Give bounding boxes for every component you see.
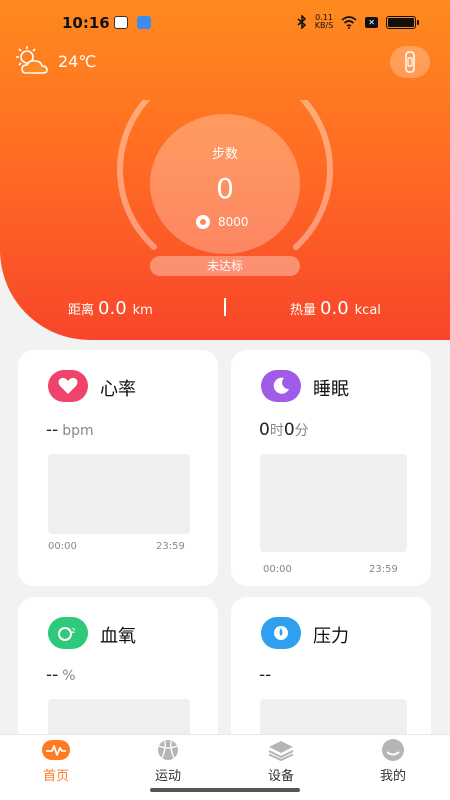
status-bar: 10:16 0.11 KB/S ✕ [0,0,450,44]
svg-text:z: z [282,380,285,387]
distance-value: 0.0 [98,298,127,319]
heart-rate-title: 心率 [100,379,136,400]
status-icons: 0.11 KB/S ✕ [297,13,419,30]
blood-oxygen-number: -- [46,665,59,685]
calorie-stat: 热量 0.0 kcal [290,298,381,319]
blood-oxygen-value: --% [46,665,76,685]
pressure-icon [261,617,301,649]
heart-rate-axis-end: 23:59 [156,541,185,552]
distance-label: 距离 [68,303,95,318]
sleep-hours-unit: 时 [269,423,284,439]
nav-profile-label: 我的 [379,769,406,784]
layers-icon [267,739,295,761]
sleep-chart [260,454,407,552]
notification-app-icon [114,16,128,29]
calorie-label: 热量 [290,303,317,318]
calorie-value: 0.0 [320,298,349,319]
network-speed: 0.11 KB/S [314,13,334,30]
pressure-card[interactable]: 压力 -- [231,597,431,747]
nav-device-label: 设备 [267,769,294,784]
heart-rate-number: -- [46,420,59,440]
sleep-value: 0时0分 [259,420,309,440]
sleep-hours: 0 [259,420,270,440]
nav-home[interactable]: 首页 [21,739,91,784]
profile-icon [379,739,407,761]
distance-stat: 距离 0.0 km [68,298,153,319]
steps-value: 0 [216,172,234,205]
nav-sport[interactable]: 运动 [133,739,203,784]
sleep-minutes-unit: 分 [294,423,309,439]
nav-home-label: 首页 [42,769,69,784]
oxygen-icon: 2 [48,617,88,649]
battery-icon [386,15,419,29]
nav-profile[interactable]: 我的 [358,739,428,784]
blood-oxygen-title: 血氧 [100,626,136,647]
wifi-icon [341,15,357,29]
pressure-title: 压力 [313,626,349,647]
heart-rate-chart [48,454,190,534]
steps-goal-value: 8000 [218,215,249,229]
moon-icon: z [261,370,301,402]
svg-text:2: 2 [71,627,75,635]
sim-icon: ✕ [365,16,378,28]
sleep-title: 睡眠 [313,379,349,400]
heart-rate-axis-start: 00:00 [48,541,77,552]
target-icon [196,215,210,229]
heart-rate-unit: bpm [62,423,94,439]
pressure-value: -- [259,665,272,685]
temperature-text: 24℃ [58,51,97,71]
heart-rate-card[interactable]: 心率 -- bpm 00:00 23:59 [18,350,218,586]
blood-oxygen-unit: % [62,668,76,684]
sleep-card[interactable]: z 睡眠 0时0分 00:00 23:59 [231,350,431,586]
distance-unit: km [132,303,153,318]
steps-goal: 8000 [196,215,249,229]
activity-stats: 距离 0.0 km 热量 0.0 kcal [0,296,450,322]
heart-rate-value: -- bpm [46,420,94,440]
nav-sport-label: 运动 [154,769,181,784]
home-indicator [150,788,300,792]
status-time: 10:16 [62,14,110,32]
sleep-axis-start: 00:00 [263,564,292,575]
steps-label: 步数 [211,147,238,162]
sleep-axis-end: 23:59 [369,564,398,575]
watch-icon [405,51,415,73]
calorie-unit: kcal [354,303,381,318]
bluetooth-icon [297,15,306,29]
nav-device[interactable]: 设备 [246,739,316,784]
ball-icon [154,739,182,761]
partly-cloudy-icon [16,46,48,74]
notification-cloud-icon [137,16,151,29]
goal-status-badge: 未达标 [150,256,300,276]
heart-icon [48,370,88,402]
blood-oxygen-card[interactable]: 2 血氧 --% [18,597,218,747]
weather-widget[interactable]: 24℃ [14,46,96,76]
stats-divider [224,298,226,316]
watch-button[interactable] [390,46,430,78]
sleep-minutes: 0 [283,420,295,440]
pulse-icon [42,739,70,761]
